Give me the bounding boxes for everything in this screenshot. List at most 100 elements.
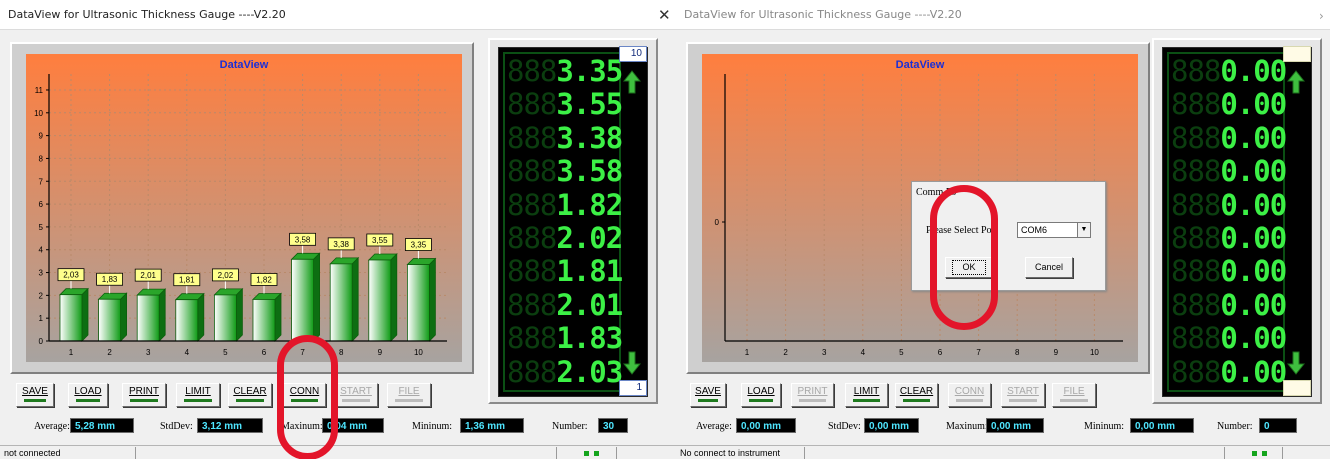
lcd-ghost-digits: 888 — [507, 354, 557, 389]
lcd-value: 1.81 — [556, 254, 623, 289]
save-button[interactable]: SAVE — [16, 383, 54, 407]
lcd-ghost-digits: 888 — [1171, 87, 1221, 122]
bar-side — [235, 287, 243, 342]
lcd-reading: 8881.83 — [507, 323, 623, 353]
lcd-reading: 8880.00 — [1171, 56, 1287, 86]
bar-side — [120, 292, 127, 342]
lcd-panel: 8880.00 8880.00 8880.00 8880.00 8880.00 8880.… — [1162, 46, 1312, 397]
x-tick-label: 1 — [69, 348, 74, 357]
bottom-index-box — [1283, 380, 1311, 396]
button-indicator — [76, 399, 100, 402]
scroll-down-arrow-icon[interactable] — [623, 351, 641, 375]
x-tick-label: 3 — [822, 348, 827, 357]
file-button[interactable]: FILE — [387, 383, 431, 407]
print-button[interactable]: PRINT — [122, 383, 166, 407]
lcd-ghost-digits: 888 — [1171, 187, 1221, 222]
lcd-value: 3.38 — [556, 120, 623, 155]
print-button[interactable]: PRINT — [791, 383, 834, 407]
lcd-ghost-digits: 888 — [1171, 221, 1221, 255]
scroll-up-arrow-icon[interactable] — [623, 70, 641, 94]
lcd-reading: 8880.00 — [1171, 187, 1287, 222]
lcd-value: 0.00 — [1220, 354, 1287, 389]
lcd-ghost-digits: 888 — [1171, 321, 1221, 356]
lcd-ghost-digits: 888 — [507, 54, 557, 88]
cancel-button[interactable]: Cancel — [1025, 257, 1073, 278]
bar-side — [313, 252, 321, 342]
average-label: Average: — [34, 421, 70, 432]
print-button-label: PRINT — [129, 386, 159, 397]
lcd-reading: 8882.03 — [507, 354, 623, 389]
y-tick-label: 2 — [39, 291, 44, 300]
bar-side — [274, 292, 282, 342]
load-button[interactable]: LOAD — [68, 383, 108, 407]
lcd-reading: 8880.00 — [1171, 256, 1287, 286]
close-icon[interactable]: ✕ — [658, 6, 671, 24]
scroll-down-arrow-icon[interactable] — [1287, 351, 1305, 375]
button-indicator — [799, 399, 826, 402]
load-button[interactable]: LOAD — [741, 383, 781, 407]
status-divider — [1282, 447, 1283, 459]
data-label: 3,38 — [333, 240, 349, 249]
button-indicator — [698, 399, 718, 402]
data-label: 1,81 — [179, 276, 195, 285]
limit-button[interactable]: LIMIT — [845, 383, 888, 407]
lcd-value: 3.58 — [556, 154, 623, 189]
average-value: 5,28 mm — [70, 418, 134, 433]
x-tick-label: 10 — [1090, 348, 1099, 357]
file-button[interactable]: FILE — [1052, 383, 1096, 407]
bar-side — [197, 292, 205, 342]
lcd-reading: 8880.00 — [1171, 123, 1287, 153]
button-indicator — [1060, 399, 1088, 402]
number-label: Number: — [1217, 421, 1253, 432]
lcd-reading: 8880.00 — [1171, 156, 1287, 186]
conn-button[interactable]: CONN — [948, 383, 991, 407]
button-indicator — [342, 399, 370, 402]
chevron-down-icon[interactable]: ▼ — [1077, 223, 1090, 237]
bar — [59, 294, 83, 342]
limit-button-label: LIMIT — [853, 386, 880, 397]
status-bar: not connected — [0, 445, 676, 459]
start-button[interactable]: START — [334, 383, 378, 407]
x-tick-label: 5 — [899, 348, 904, 357]
chart-title: DataView — [896, 59, 945, 71]
lcd-ghost-digits: 888 — [507, 254, 557, 289]
y-tick-label: 9 — [39, 132, 44, 141]
status-led — [584, 451, 589, 456]
bar-chart: DataView 0 1 2 3 4 5 6 7 8 9 10 11 2,03 1,83 2,01 1,81 2,… — [26, 54, 462, 362]
lcd-value: 2.03 — [556, 354, 623, 389]
close-icon[interactable]: › — [1319, 9, 1324, 23]
lcd-ghost-digits: 888 — [507, 221, 557, 255]
start-button[interactable]: START — [1001, 383, 1045, 407]
red-highlight-annotation — [930, 185, 998, 330]
data-label: 2,01 — [140, 271, 156, 280]
clear-button[interactable]: CLEAR — [895, 383, 938, 407]
port-select[interactable]: COM6 ▼ — [1017, 222, 1091, 238]
y-tick-label: 11 — [35, 86, 44, 95]
y-tick-label: 0 — [39, 337, 44, 346]
lcd-ghost-digits: 888 — [507, 287, 557, 322]
clear-button-label: CLEAR — [233, 386, 267, 397]
port-select-value: COM6 — [1021, 225, 1048, 235]
save-button[interactable]: SAVE — [690, 383, 726, 407]
data-label: 1,83 — [102, 275, 118, 284]
x-tick-label: 4 — [861, 348, 866, 357]
button-indicator — [903, 399, 930, 402]
bar — [252, 299, 276, 342]
maximum-value: 0,00 mm — [986, 418, 1044, 433]
lcd-reading: 8881.81 — [507, 254, 623, 289]
chart-title: DataView — [220, 59, 269, 71]
y-tick-label: 4 — [39, 246, 44, 255]
clear-button[interactable]: CLEAR — [228, 383, 272, 407]
y-tick-label: 0 — [715, 218, 720, 227]
bar — [175, 299, 199, 342]
limit-button[interactable]: LIMIT — [176, 383, 220, 407]
data-label: 2,03 — [63, 271, 79, 280]
button-indicator — [749, 399, 773, 402]
stddev-label: StdDev: — [828, 421, 861, 432]
window-title: DataView for Ultrasonic Thickness Gauge … — [8, 8, 286, 21]
lcd-panel: 8883.35 8883.55 8883.38 8883.58 8881.82 8882.… — [498, 46, 648, 397]
start-button-label: START — [340, 386, 372, 397]
data-label: 2,02 — [218, 271, 234, 280]
scroll-up-arrow-icon[interactable] — [1287, 70, 1305, 94]
lcd-frame: 8880.00 8880.00 8880.00 8880.00 8880.00 8880.… — [1152, 38, 1322, 404]
